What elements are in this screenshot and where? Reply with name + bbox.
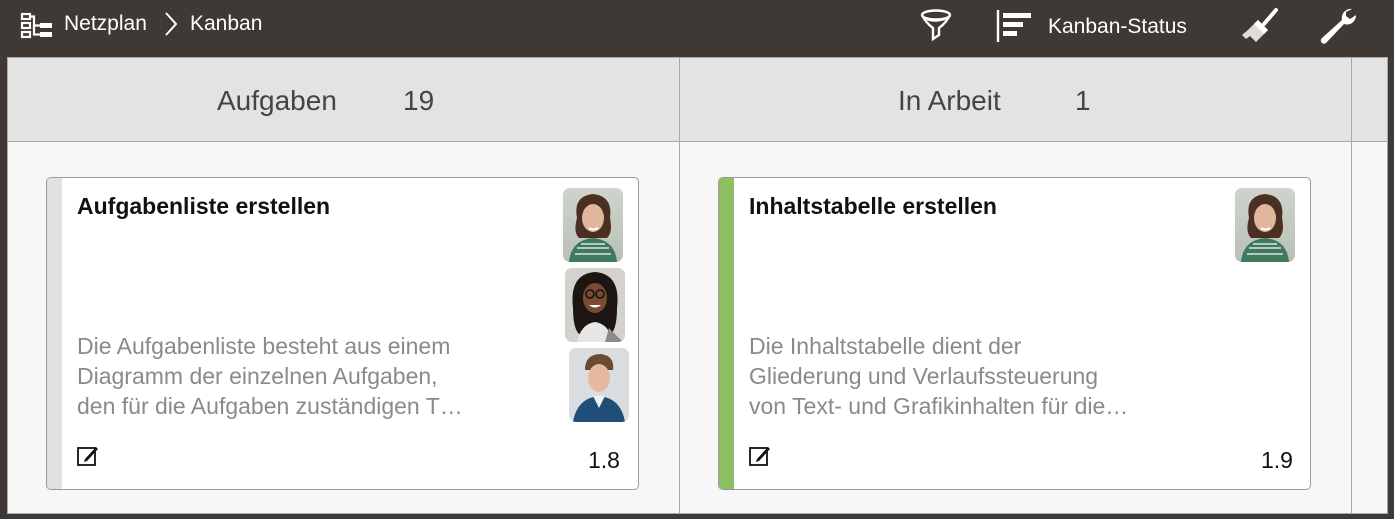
column-count: 19 — [403, 85, 435, 116]
brush-icon[interactable] — [1238, 6, 1282, 51]
card-description-line: Diagramm der einzelnen Aufgaben, — [77, 363, 438, 389]
card-id: 1.8 — [588, 447, 620, 473]
filter-icon[interactable] — [918, 7, 954, 48]
card-description: Die Inhaltstabelle dient der Gliederung … — [749, 331, 1189, 421]
card-status-stripe — [719, 178, 734, 489]
column-title: Aufgaben — [217, 85, 337, 116]
toolbar: Netzplan Kanban Kanban-Status — [0, 0, 1394, 56]
card-description-line: den für die Aufgaben zuständigen T… — [77, 393, 463, 419]
card-title: Inhaltstabelle erstellen — [749, 193, 997, 219]
card-title: Aufgabenliste erstellen — [77, 193, 331, 219]
chevron-right-icon — [162, 10, 180, 43]
edit-note-icon[interactable] — [748, 444, 772, 473]
column-header-in-arbeit[interactable]: In Arbeit 1 — [679, 58, 1351, 142]
wrench-icon[interactable] — [1318, 6, 1360, 51]
kanban-status-icon[interactable] — [995, 8, 1037, 49]
column-divider — [1351, 58, 1352, 513]
breadcrumb-netzplan[interactable]: Netzplan — [64, 12, 147, 36]
column-count: 1 — [1075, 85, 1091, 116]
column-header-partial — [1351, 58, 1387, 142]
task-card-2[interactable]: Inhaltstabelle erstellen Die Inhaltstabe… — [718, 177, 1311, 490]
column-title: In Arbeit — [898, 85, 1001, 116]
card-description-line: Die Inhaltstabelle dient der — [749, 333, 1022, 359]
card-description-line: Gliederung und Verlaufssteuerung — [749, 363, 1099, 389]
kanban-status-button[interactable]: Kanban-Status — [1048, 15, 1187, 39]
avatar-woman-curly-hair[interactable] — [563, 188, 623, 262]
edit-note-icon[interactable] — [76, 444, 100, 473]
avatar-woman-curly-hair[interactable] — [1235, 188, 1295, 262]
breadcrumb-kanban: Kanban — [190, 12, 263, 35]
kanban-board: Aufgaben 19 In Arbeit 1 Aufgabenliste er… — [7, 57, 1388, 514]
column-divider — [679, 58, 680, 513]
card-status-stripe — [47, 178, 62, 489]
card-description-line: von Text- und Grafikinhalten für die… — [749, 393, 1129, 419]
task-card-1[interactable]: Aufgabenliste erstellen Die Aufgabenlist… — [46, 177, 639, 490]
card-description: Die Aufgabenliste besteht aus einem Diag… — [77, 331, 517, 421]
outline-icon[interactable] — [20, 11, 54, 46]
card-id: 1.9 — [1261, 447, 1293, 473]
avatar-woman-glasses[interactable] — [565, 268, 625, 342]
column-header-aufgaben[interactable]: Aufgaben 19 — [8, 58, 679, 142]
card-description-line: Die Aufgabenliste besteht aus einem — [77, 333, 451, 359]
avatar-young-man[interactable] — [569, 348, 629, 422]
